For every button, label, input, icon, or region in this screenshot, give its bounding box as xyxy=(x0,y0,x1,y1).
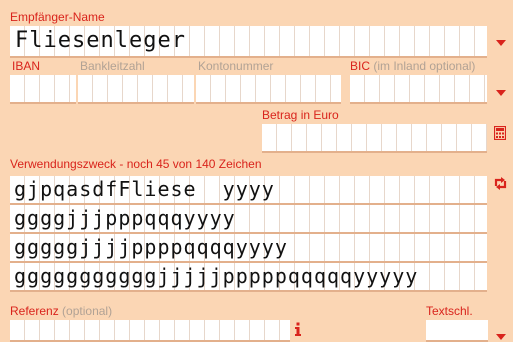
bic-field[interactable] xyxy=(350,75,487,104)
purpose-line-1-text: gjpqasdfFliese yyyy xyxy=(14,177,275,201)
purpose-line-2-text: ggggjjjpppqqqyyyy xyxy=(14,206,236,230)
purpose-line-2[interactable]: ggggjjjpppqqqyyyy xyxy=(10,205,487,234)
calculator-icon[interactable] xyxy=(494,126,506,140)
kontonummer-field[interactable] xyxy=(196,75,341,104)
reference-label: Referenz (optional) xyxy=(10,304,112,318)
reference-label-text: Referenz xyxy=(10,304,59,318)
purpose-line-4-text: gggggggggggjjjjjpppppqqqqqyyyyy xyxy=(14,264,419,288)
bic-label-text: BIC xyxy=(350,59,371,73)
textschluessel-dropdown-icon[interactable] xyxy=(496,334,506,340)
textschluessel-field[interactable] xyxy=(426,320,488,342)
recipient-name-field[interactable]: Fliesenleger xyxy=(10,26,487,58)
bankleitzahl-field[interactable] xyxy=(78,75,194,104)
iban-field[interactable] xyxy=(10,75,76,104)
info-icon[interactable] xyxy=(294,322,302,336)
bankleitzahl-label: Bankleitzahl xyxy=(80,59,145,73)
bic-dropdown-icon[interactable] xyxy=(496,90,506,96)
recipient-name-value: Fliesenleger xyxy=(15,28,186,53)
bic-hint: (im Inland optional) xyxy=(373,59,476,73)
reference-field[interactable] xyxy=(10,320,290,342)
textschluessel-label: Textschl. xyxy=(426,304,473,318)
purpose-label: Verwendungszweck - noch 45 von 140 Zeich… xyxy=(10,157,262,171)
swap-icon[interactable] xyxy=(493,176,508,191)
reference-hint: (optional) xyxy=(62,304,113,318)
purpose-line-4[interactable]: gggggggggggjjjjjpppppqqqqqyyyyy xyxy=(10,263,487,292)
bic-label: BIC (im Inland optional) xyxy=(350,59,475,73)
kontonummer-label: Kontonummer xyxy=(198,59,274,73)
purpose-line-1[interactable]: gjpqasdfFliese yyyy xyxy=(10,176,487,205)
purpose-line-3-text: gggggjjjjppppqqqqyyyy xyxy=(14,235,288,259)
iban-label: IBAN xyxy=(12,59,41,73)
recipient-dropdown-icon[interactable] xyxy=(496,40,506,46)
amount-field[interactable] xyxy=(262,124,487,153)
amount-label: Betrag in Euro xyxy=(262,108,339,122)
recipient-label: Empfänger-Name xyxy=(10,10,105,24)
purpose-line-3[interactable]: gggggjjjjppppqqqqyyyy xyxy=(10,234,487,263)
